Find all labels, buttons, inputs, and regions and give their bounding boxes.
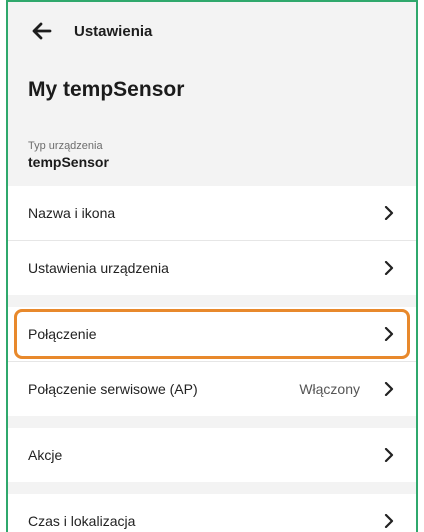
- menu-item-service-connection[interactable]: Połączenie serwisowe (AP) Włączony: [8, 362, 416, 416]
- device-type-value: tempSensor: [28, 154, 109, 170]
- menu-item-label: Połączenie: [28, 326, 97, 342]
- chevron-right-icon: [382, 261, 396, 275]
- settings-screen: Ustawienia My tempSensor Typ urządzenia …: [6, 0, 418, 532]
- menu-item-name-and-icon[interactable]: Nazwa i ikona: [8, 186, 416, 240]
- menu-item-connection[interactable]: Połączenie: [8, 307, 416, 361]
- menu-item-label: Nazwa i ikona: [28, 205, 116, 221]
- section-gap: [8, 295, 416, 307]
- chevron-right-icon: [382, 448, 396, 462]
- section-gap: [8, 482, 416, 494]
- device-name: My tempSensor: [28, 78, 185, 101]
- menu-item-actions[interactable]: Akcje: [8, 428, 416, 482]
- menu-item-label: Czas i lokalizacja: [28, 513, 136, 529]
- device-type-block: Typ urządzenia tempSensor: [8, 120, 416, 186]
- section-gap: [8, 416, 416, 428]
- menu-item-time-and-location[interactable]: Czas i lokalizacja: [8, 494, 416, 532]
- chevron-right-icon: [382, 206, 396, 220]
- chevron-right-icon: [382, 382, 396, 396]
- menu-item-device-settings[interactable]: Ustawienia urządzenia: [8, 241, 416, 295]
- menu-item-label: Ustawienia urządzenia: [28, 260, 169, 276]
- chevron-right-icon: [382, 327, 396, 341]
- back-button[interactable]: [28, 17, 56, 45]
- arrow-left-icon: [32, 22, 52, 40]
- page-title: Ustawienia: [74, 22, 153, 40]
- menu-item-label: Akcje: [28, 447, 63, 463]
- device-type-label: Typ urządzenia: [28, 140, 103, 152]
- status-value: Włączony: [299, 381, 360, 397]
- menu-item-label: Połączenie serwisowe (AP): [28, 381, 198, 397]
- top-bar: Ustawienia: [8, 2, 416, 60]
- chevron-right-icon: [382, 514, 396, 528]
